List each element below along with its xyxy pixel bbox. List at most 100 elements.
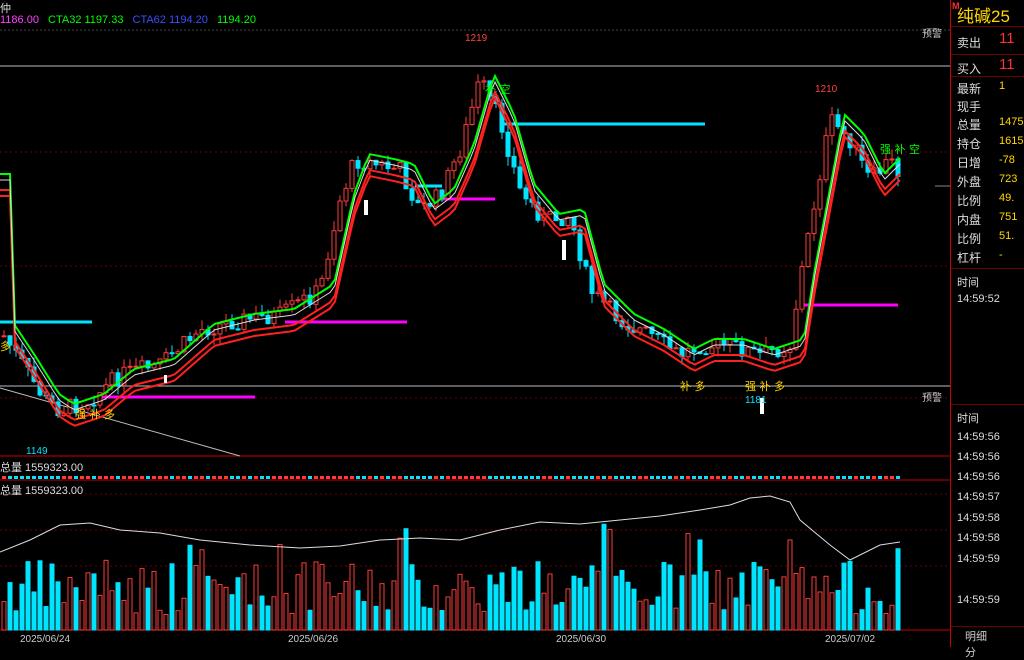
oi-bar xyxy=(758,476,762,479)
oi-bar xyxy=(290,476,294,479)
candle-body xyxy=(835,114,841,128)
oi-bar xyxy=(20,476,24,479)
volume-bar xyxy=(781,576,787,631)
volume-bar xyxy=(157,609,163,631)
row-value: 49. xyxy=(999,192,1015,204)
volume-bar xyxy=(463,580,469,631)
volume-bar xyxy=(595,570,601,631)
volume-bar xyxy=(217,583,223,631)
oi-bar xyxy=(176,476,180,479)
candle-body xyxy=(397,162,403,169)
oi-bar xyxy=(44,476,48,479)
volume-bar xyxy=(163,614,169,631)
candle-body xyxy=(505,131,511,157)
oi-bar xyxy=(260,476,264,479)
oi-bar xyxy=(224,476,228,479)
volume-bar xyxy=(883,613,889,631)
row-label: 外盘 xyxy=(957,175,982,189)
volume-bar xyxy=(733,597,739,631)
candle-body xyxy=(301,294,307,301)
oi-bar xyxy=(362,476,366,479)
signal-label: 强 补 空 xyxy=(880,142,920,156)
candle-body xyxy=(391,167,397,170)
tab-minute[interactable]: 分 xyxy=(965,647,976,659)
candle-body xyxy=(469,106,475,126)
row-label: 总量 xyxy=(957,118,982,132)
volume-bar xyxy=(559,602,565,631)
oi-bar xyxy=(134,476,138,479)
volume-bar xyxy=(283,593,289,631)
date-label: 2025/06/30 xyxy=(556,634,607,645)
oi-bar xyxy=(26,476,30,479)
tab-detail[interactable]: 明细 xyxy=(965,631,987,643)
oi-bar xyxy=(698,476,702,479)
bottom-tabs: 明细 分 xyxy=(965,628,1024,660)
volume-bar xyxy=(727,577,733,631)
volume-bar xyxy=(97,594,103,631)
candle-body xyxy=(367,159,373,170)
time-value: 14:59:58 xyxy=(957,532,1000,544)
row-label: 内盘 xyxy=(957,213,982,227)
volume-bar xyxy=(391,580,397,631)
candle-body xyxy=(235,328,241,331)
candle-body xyxy=(889,158,895,161)
candle-body xyxy=(283,303,289,308)
candle-body xyxy=(559,220,565,227)
candle-body xyxy=(295,299,301,302)
oi-bar xyxy=(824,476,828,479)
oi-bar xyxy=(626,476,630,479)
ma-label-2: CTA32 1197.33 xyxy=(48,14,124,26)
candle-body xyxy=(817,179,823,210)
row-value: 51. xyxy=(999,230,1015,242)
volume-bar xyxy=(703,571,709,631)
oi-bar xyxy=(482,476,486,479)
volume-bar xyxy=(205,575,211,631)
volume-bar xyxy=(583,586,589,631)
volume-bar xyxy=(721,609,727,631)
volume-bar xyxy=(295,574,301,631)
time-header: 时间 xyxy=(957,277,979,289)
oi-bar xyxy=(878,476,882,479)
oi-bar xyxy=(566,476,570,479)
candle-body xyxy=(169,352,175,355)
candle-body xyxy=(799,266,805,310)
oi-bar xyxy=(764,476,768,479)
volume-bar xyxy=(169,563,175,631)
volume-bar xyxy=(535,561,541,631)
candle-body xyxy=(139,360,145,367)
volume-bar xyxy=(115,582,121,631)
volume-bar xyxy=(187,544,193,631)
signal-label: 强 补 多 xyxy=(75,407,115,421)
volume-bar xyxy=(829,592,835,631)
volume-bar xyxy=(19,583,25,631)
oi-bar xyxy=(8,476,12,479)
volume-bar xyxy=(547,573,553,631)
signal-label: 补 多 xyxy=(680,379,706,393)
oi-bar xyxy=(524,476,528,479)
oi-bar xyxy=(146,476,150,479)
oi-bar xyxy=(500,476,504,479)
candle-body xyxy=(319,277,325,287)
volume-bar xyxy=(241,573,247,631)
oi-bar xyxy=(686,476,690,479)
volume-bar xyxy=(805,598,811,631)
volume-bar xyxy=(133,612,139,631)
volume-bar xyxy=(619,569,625,631)
kline-chart[interactable]: 1219 1210 1149 1181 预警 预警 强 补 多 补 多 强 补 … xyxy=(0,0,950,647)
candle-body xyxy=(781,351,787,358)
candles-group xyxy=(1,74,901,418)
candle-body xyxy=(463,124,469,158)
oi-bar xyxy=(578,476,582,479)
oi-bar xyxy=(638,476,642,479)
volume-bar xyxy=(421,606,427,631)
oi-bar xyxy=(548,476,552,479)
row-value: 751 xyxy=(999,211,1018,223)
oi-bar xyxy=(470,476,474,479)
oi-bar xyxy=(680,476,684,479)
oi-bar xyxy=(440,476,444,479)
row-label: 持仓 xyxy=(957,137,982,151)
oi-bar xyxy=(62,476,66,479)
candle-body xyxy=(127,365,133,368)
symbol-title[interactable]: 纯碱25 xyxy=(957,2,1010,27)
oi-bar xyxy=(248,476,252,479)
